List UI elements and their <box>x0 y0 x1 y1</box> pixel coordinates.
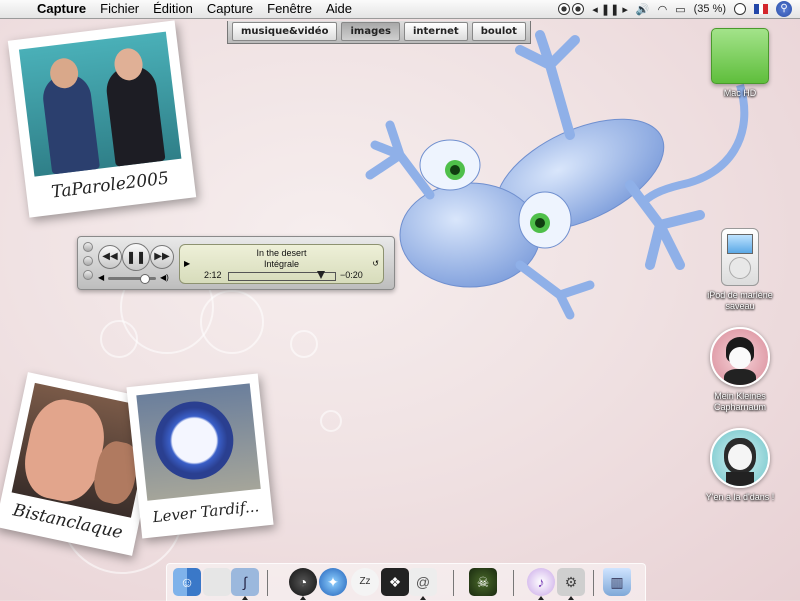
itunes-mini-player: ◀◀ ❚❚ ▶▶ ◀ ◀) ▶ In the desert Intégrale … <box>77 236 395 290</box>
volume-icon[interactable]: 🔊 <box>636 3 650 16</box>
battery-icon[interactable]: ▭ <box>675 3 685 16</box>
game-icon[interactable]: ☠ <box>469 568 497 596</box>
avatar-icon <box>710 327 770 387</box>
running-indicator <box>300 596 306 600</box>
ipod-icon <box>721 228 759 286</box>
previous-track-button[interactable]: ◀◀ <box>98 245 122 269</box>
script-icon[interactable]: ∫ <box>231 568 259 596</box>
photo-icon[interactable]: ❖ <box>381 568 409 596</box>
now-playing-display: ▶ In the desert Intégrale 2:12 −0:20 ↺ <box>179 244 384 284</box>
running-indicator <box>242 596 248 600</box>
snapback-icon[interactable]: ↺ <box>372 259 379 268</box>
trash-icon[interactable]: ▥ <box>603 568 631 596</box>
background-bubble <box>100 320 138 358</box>
close-button[interactable] <box>83 242 93 252</box>
volume-high-icon: ◀) <box>160 273 169 282</box>
wifi-icon[interactable]: ◠ <box>658 3 668 16</box>
pause-button[interactable]: ❚❚ <box>122 243 150 271</box>
photo-polaroid-taparole[interactable]: TaParole2005 <box>7 20 197 218</box>
spotlight-icon[interactable]: ⚲ <box>776 1 796 17</box>
volume-knob[interactable] <box>140 274 150 284</box>
media-controls-icon[interactable]: ◂ ❚❚ ▸ <box>592 3 628 16</box>
eye-icon[interactable] <box>558 3 585 15</box>
minimize-button[interactable] <box>83 256 93 266</box>
background-bubble <box>290 330 318 358</box>
volume-slider[interactable] <box>108 274 156 284</box>
menu-bar: Capture Fichier Édition Capture Fenêtre … <box>0 0 800 19</box>
menu-app-name[interactable]: Capture <box>30 0 93 18</box>
safari-icon[interactable]: ✦ <box>319 568 347 596</box>
desktop-icon-ipod[interactable]: iPod de marlène saveau <box>695 228 785 312</box>
desktop-icon-label: Mein Kleines Capharnaum <box>713 391 767 412</box>
desktop-icon-mac-hd[interactable]: Mac HD <box>695 28 785 99</box>
dock: ☺ ∫ ◔ ✦ Zz ❖ @ ☠ ♪ ⚙ ▥ <box>166 563 646 601</box>
desktop-icon-label: iPod de marlène saveau <box>707 290 773 311</box>
dock-separator <box>593 570 594 596</box>
running-indicator <box>420 596 426 600</box>
finder-icon[interactable]: ☺ <box>173 568 201 596</box>
track-album: Intégrale <box>263 259 300 269</box>
menu-edition[interactable]: Édition <box>146 0 200 18</box>
menu-aide[interactable]: Aide <box>319 0 359 18</box>
desktop-tabs: musique&vidéo images internet boulot <box>227 21 531 44</box>
photo-polaroid-lever-tardif[interactable]: Lever Tardif... <box>126 373 274 539</box>
zoom-button[interactable] <box>83 270 93 280</box>
ichat-icon[interactable]: Zz <box>351 568 379 596</box>
menu-fichier[interactable]: Fichier <box>93 0 146 18</box>
running-indicator <box>568 596 574 600</box>
background-bubble <box>320 410 342 432</box>
photo-image <box>136 383 261 501</box>
dock-separator <box>267 570 268 596</box>
tab-musique-video[interactable]: musique&vidéo <box>232 22 338 41</box>
battery-status[interactable]: (35 %) <box>694 3 726 15</box>
remaining-time: −0:20 <box>340 270 363 280</box>
tab-images[interactable]: images <box>341 22 400 41</box>
desktop-icon-yen-a-la[interactable]: Y'en a la d'dans ! <box>695 428 785 503</box>
menu-fenetre[interactable]: Fenêtre <box>260 0 319 18</box>
tab-internet[interactable]: internet <box>403 22 468 41</box>
elapsed-time: 2:12 <box>204 270 222 280</box>
progress-knob[interactable] <box>317 271 326 279</box>
tab-boulot[interactable]: boulot <box>471 22 526 41</box>
progress-bar[interactable] <box>228 271 336 281</box>
itunes-icon[interactable]: ♪ <box>527 568 555 596</box>
flag-france-icon[interactable] <box>754 4 769 14</box>
preferences-icon[interactable]: ⚙ <box>557 568 585 596</box>
dashboard-icon[interactable]: ◔ <box>289 568 317 596</box>
menu-capture[interactable]: Capture <box>200 0 260 18</box>
desktop-icon-label: Y'en a la d'dans ! <box>705 492 775 502</box>
photo-image <box>18 31 182 177</box>
hard-drive-icon <box>711 28 769 84</box>
apple-icon[interactable] <box>203 568 231 596</box>
background-bubble <box>200 290 264 354</box>
running-indicator <box>538 596 544 600</box>
desktop-icon-label: Mac HD <box>723 88 757 98</box>
avatar-icon <box>710 428 770 488</box>
next-track-button[interactable]: ▶▶ <box>150 245 174 269</box>
clock-icon[interactable] <box>734 3 746 15</box>
dock-separator <box>513 570 514 596</box>
track-title: In the desert <box>256 248 307 258</box>
mail-icon[interactable]: @ <box>409 568 437 596</box>
dock-separator <box>453 570 454 596</box>
photo-caption: Lever Tardif... <box>151 497 260 527</box>
volume-low-icon: ◀ <box>98 273 105 282</box>
desktop-icon-mein-kleines[interactable]: Mein Kleines Capharnaum <box>695 327 785 413</box>
